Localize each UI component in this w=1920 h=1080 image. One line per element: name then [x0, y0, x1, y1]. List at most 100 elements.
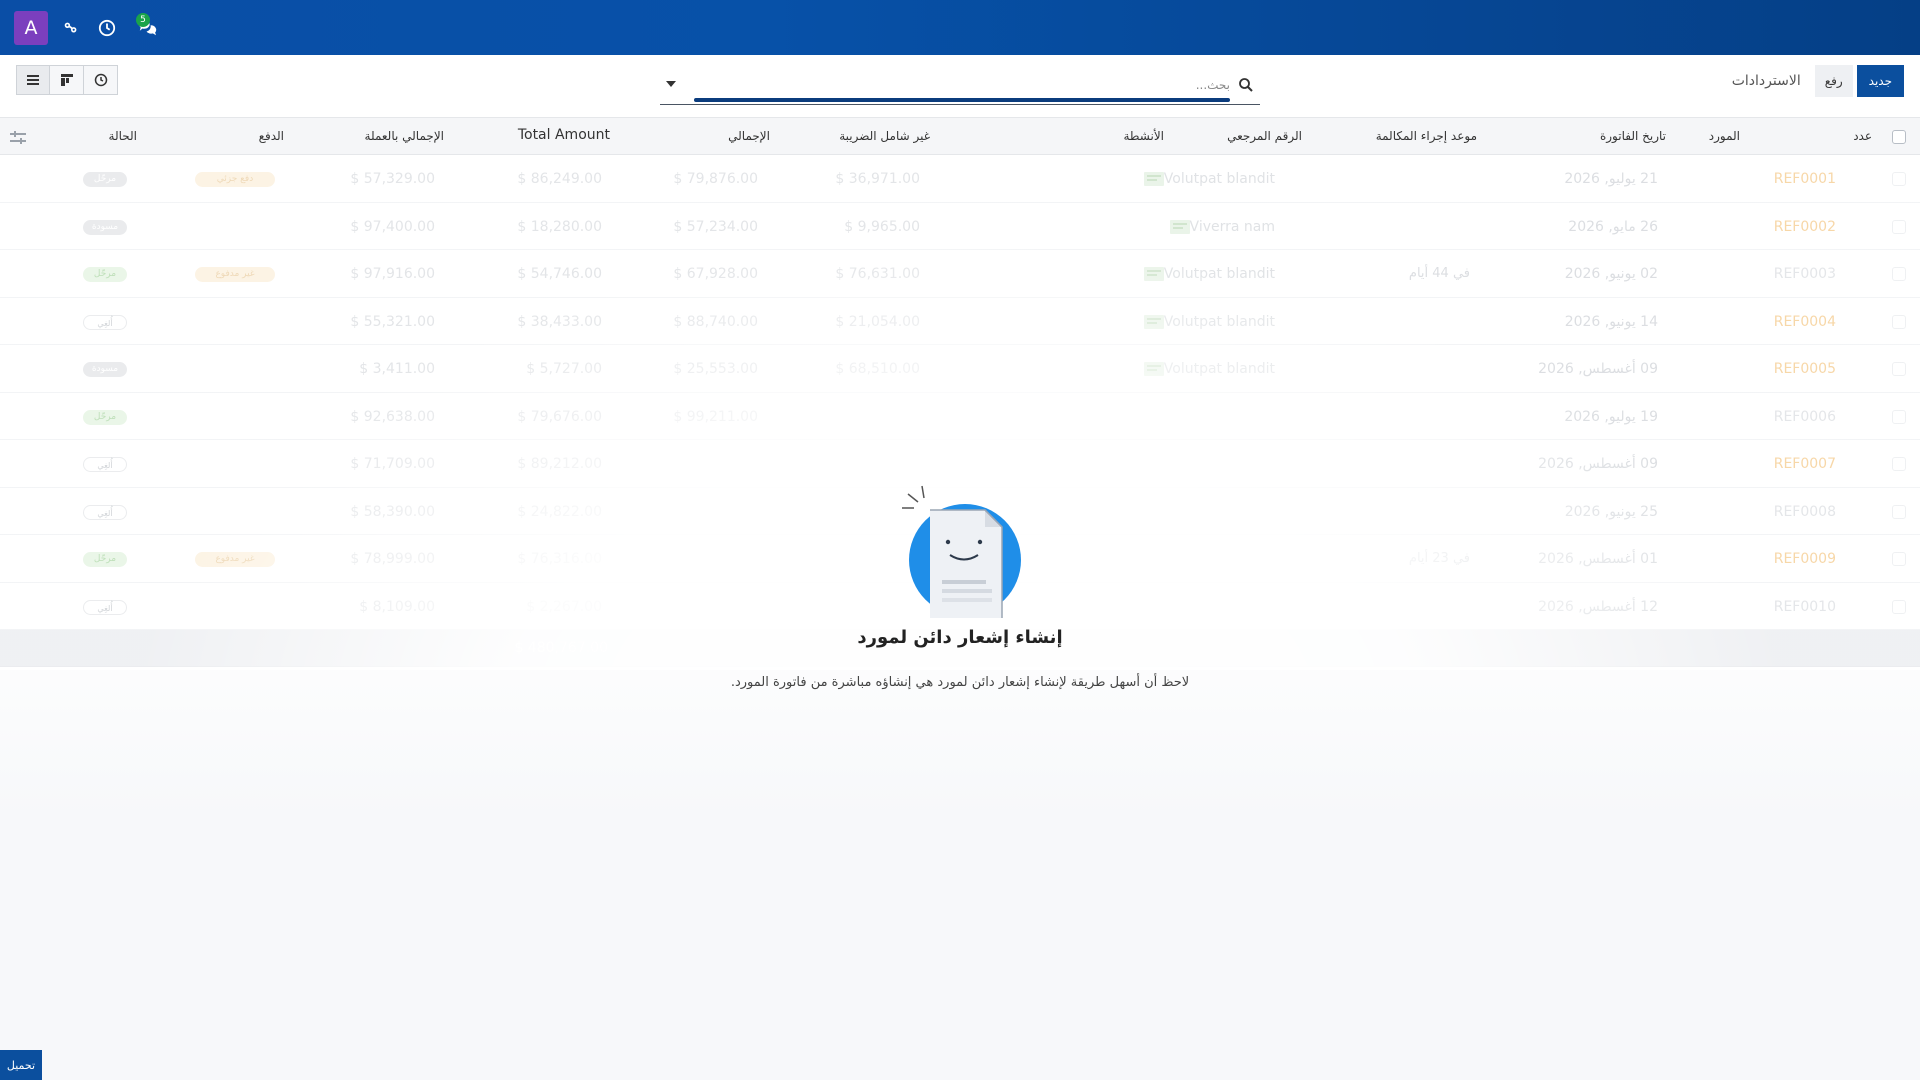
table-row[interactable]: REF0005 09 أغسطس, 2026 Volutpat blandit $ 6… — [0, 345, 1920, 393]
user-avatar[interactable]: A — [14, 10, 48, 45]
payment-status-badge: غير مدفوع — [195, 267, 275, 282]
cell-untaxed: $ 68,510.00 — [835, 361, 920, 377]
cell-number: REF0006 — [1773, 408, 1836, 425]
cell-currency-total: $ 57,329.00 — [350, 171, 435, 187]
table-row[interactable]: REF0006 19 يوليو, 2026 $ 99,211.00 $ 79,676… — [0, 393, 1920, 440]
table-row[interactable]: REF0003 02 يونيو, 2026 في 44 أيام Volutpat … — [0, 250, 1920, 298]
row-checkbox[interactable] — [1892, 552, 1906, 566]
status-badge: مرحّل — [83, 172, 127, 187]
col-reference[interactable]: الرقم المرجعي — [1227, 129, 1302, 143]
cell-activity[interactable]: Volutpat blandit — [1140, 171, 1275, 187]
activity-note-icon — [1143, 267, 1164, 281]
cell-total-amount: $ 54,746.00 — [517, 266, 602, 282]
list-view-button[interactable] — [16, 65, 50, 95]
cell-invoice-date: 26 مايو, 2026 — [1568, 218, 1658, 235]
cell-due-date: في 44 أيام — [1408, 266, 1470, 281]
cell-activity[interactable]: Volutpat blandit — [1140, 266, 1275, 282]
settings-icon[interactable] — [58, 15, 84, 41]
col-status[interactable]: الحالة — [109, 129, 137, 143]
col-untaxed[interactable]: غير شامل الضريبة — [839, 129, 930, 143]
chat-icon[interactable]: 5 — [134, 12, 160, 41]
row-checkbox[interactable] — [1892, 457, 1906, 471]
cell-total-amount: $ 86,249.00 — [517, 171, 602, 187]
status-badge: أُلغِي — [83, 457, 127, 472]
row-checkbox[interactable] — [1892, 504, 1906, 519]
col-total-amount[interactable]: Total Amount — [518, 127, 610, 143]
status-badge: أُلغِي — [83, 314, 127, 330]
cell-currency-total: $ 58,390.00 — [350, 503, 435, 520]
cell-total-amount: $ 24,822.00 — [517, 503, 602, 520]
control-actions: جديد رفع الاستردادات — [1732, 65, 1904, 97]
view-switcher — [16, 65, 118, 95]
cell-total-amount: $ 89,212.00 — [517, 456, 602, 472]
clock-icon[interactable] — [94, 15, 120, 41]
optional-columns-icon[interactable] — [10, 130, 26, 144]
cell-currency-total: $ 8,109.00 — [359, 598, 435, 615]
cell-number: REF0001 — [1773, 171, 1836, 187]
cell-total-amount: $ 76,316.00 — [517, 551, 602, 567]
col-invoice-date[interactable]: تاريخ الفاتورة — [1600, 129, 1666, 143]
col-vendor[interactable]: المورد — [1709, 129, 1740, 143]
cell-invoice-date: 09 أغسطس, 2026 — [1538, 361, 1658, 377]
activity-label: Volutpat blandit — [1163, 313, 1275, 330]
search-input[interactable] — [710, 73, 1230, 97]
empty-state-title: إنشاء إشعار دائن لمورد — [857, 627, 1063, 648]
activity-view-button[interactable] — [84, 65, 118, 95]
cell-total: $ 99,211.00 — [673, 408, 758, 425]
col-activities[interactable]: الأنشطة — [1124, 129, 1165, 143]
cell-number: REF0005 — [1773, 361, 1836, 377]
search-icon[interactable] — [1238, 77, 1254, 93]
control-panel: جديد رفع الاستردادات — [0, 55, 1920, 117]
table-row[interactable]: REF0002 26 مايو, 2026 Viverra nam $ 9,965.0… — [0, 203, 1920, 250]
top-navbar: A 5 — [0, 0, 1920, 55]
cell-activity[interactable]: Volutpat blandit — [1140, 361, 1275, 377]
row-checkbox[interactable] — [1892, 599, 1906, 614]
col-number[interactable]: عدد — [1853, 129, 1872, 143]
row-checkbox[interactable] — [1892, 172, 1906, 186]
cell-total-amount: $ 2,267.00 — [526, 598, 602, 615]
row-checkbox[interactable] — [1892, 219, 1906, 234]
cell-number: REF0010 — [1773, 598, 1836, 615]
col-due-date[interactable]: موعد إجراء المكالمة — [1376, 129, 1477, 143]
search-focus-underline — [694, 98, 1230, 102]
status-badge: مسودة — [83, 219, 127, 235]
cell-number: REF0003 — [1773, 266, 1836, 282]
select-all-checkbox[interactable] — [1892, 130, 1906, 144]
cell-number: REF0007 — [1773, 456, 1836, 472]
col-total[interactable]: الإجمالي — [728, 129, 770, 143]
chat-badge: 5 — [136, 12, 150, 27]
upload-button[interactable]: رفع — [1814, 65, 1853, 97]
cell-number: REF0008 — [1773, 503, 1836, 520]
col-payment[interactable]: الدفع — [259, 129, 284, 143]
cell-invoice-date: 25 يونيو, 2026 — [1564, 503, 1658, 520]
cell-activity[interactable]: Volutpat blandit — [1140, 314, 1275, 330]
activity-label: Volutpat blandit — [1163, 171, 1275, 187]
kanban-view-button[interactable] — [50, 65, 84, 95]
download-button[interactable]: تحميل — [0, 1050, 42, 1080]
status-badge: مسودة — [83, 362, 127, 377]
row-checkbox[interactable] — [1892, 409, 1906, 424]
search-options-caret-icon[interactable] — [666, 81, 676, 87]
col-currency-total[interactable]: الإجمالي بالعملة — [365, 129, 444, 143]
list-icon — [27, 75, 39, 85]
cell-invoice-date: 21 يوليو, 2026 — [1564, 171, 1658, 187]
table-row[interactable]: REF0004 14 يونيو, 2026 Volutpat blandit $ 2… — [0, 298, 1920, 345]
cell-untaxed: $ 9,965.00 — [844, 218, 920, 235]
cell-currency-total: $ 55,321.00 — [350, 313, 435, 330]
footer-total: $ 480,767.00 — [514, 640, 608, 656]
empty-state-description: لاحظ أن أسهل طريقة لإنشاء إشعار دائن لمو… — [730, 675, 1190, 690]
new-button[interactable]: جديد — [1856, 65, 1904, 97]
cell-activity[interactable]: Viverra nam — [1166, 219, 1275, 235]
cell-number: REF0004 — [1773, 313, 1836, 330]
cell-total-amount: $ 18,280.00 — [517, 218, 602, 235]
cell-invoice-date: 12 أغسطس, 2026 — [1538, 598, 1658, 615]
kanban-icon — [60, 74, 73, 86]
row-checkbox[interactable] — [1892, 362, 1906, 376]
activity-label: Volutpat blandit — [1163, 266, 1275, 282]
cell-invoice-date: 02 يونيو, 2026 — [1564, 266, 1658, 282]
row-checkbox[interactable] — [1892, 314, 1906, 329]
table-row[interactable]: REF0001 21 يوليو, 2026 Volutpat blandit $ 3… — [0, 155, 1920, 203]
cell-total-amount: $ 5,727.00 — [526, 361, 602, 377]
cell-invoice-date: 01 أغسطس, 2026 — [1538, 551, 1658, 567]
row-checkbox[interactable] — [1892, 267, 1906, 281]
